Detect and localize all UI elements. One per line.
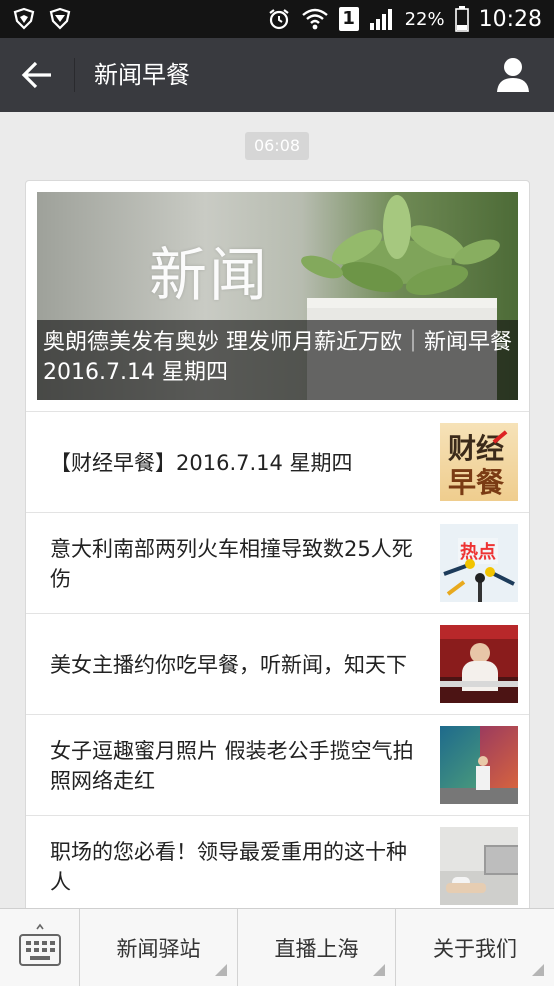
hero-caption: 奥朗德美发有奥妙 理发师月薪近万欧｜新闻早餐 2016.7.14 星期四 — [37, 320, 518, 400]
menu-label: 关于我们 — [433, 936, 517, 961]
article-thumbnail — [440, 625, 518, 703]
shield-icon — [49, 7, 71, 30]
news-card: 新闻 奥朗德美发有奥妙 理发师月薪近万欧｜新闻早餐 2016.7.14 星期四 … — [25, 180, 530, 942]
wifi-icon — [301, 8, 328, 30]
bottom-menu: 新闻驿站 直播上海 关于我们 — [0, 908, 554, 986]
menu-news-station[interactable]: 新闻驿站 — [80, 909, 238, 986]
shield-icon — [13, 7, 35, 30]
article-thumbnail: 热点 — [440, 524, 518, 602]
list-item[interactable]: 女子逗趣蜜月照片 假装老公手揽空气拍照网络走红 — [26, 714, 529, 816]
article-thumbnail: 财经 早餐 — [440, 423, 518, 501]
list-item[interactable]: 意大利南部两列火车相撞导致数25人死伤 热点 — [26, 512, 529, 614]
status-clock: 10:28 — [478, 6, 542, 32]
submenu-indicator-icon — [373, 964, 385, 976]
menu-live-shanghai[interactable]: 直播上海 — [238, 909, 396, 986]
menu-label: 直播上海 — [274, 936, 359, 961]
battery-icon — [454, 6, 469, 32]
arrow-left-icon[interactable] — [20, 60, 54, 90]
list-item[interactable]: 【财经早餐】2016.7.14 星期四 财经 早餐 — [26, 411, 529, 513]
submenu-indicator-icon — [532, 964, 544, 976]
article-thumbnail — [440, 726, 518, 804]
nav-bar: 新闻早餐 — [0, 38, 554, 112]
signal-icon — [369, 9, 392, 30]
thumbnail-text: 早餐 — [448, 466, 505, 499]
keyboard-icon — [19, 923, 61, 966]
page-title: 新闻早餐 — [94, 61, 190, 89]
hero-image-text: 新闻 — [149, 241, 270, 309]
battery-percent: 22% — [404, 8, 445, 30]
hero-article[interactable]: 新闻 奥朗德美发有奥妙 理发师月薪近万欧｜新闻早餐 2016.7.14 星期四 — [37, 192, 518, 400]
nav-divider — [74, 58, 75, 92]
article-title: 美女主播约你吃早餐，听新闻，知天下 — [50, 652, 407, 677]
list-item[interactable]: 职场的您必看！领导最爱重用的这十种人 — [26, 815, 529, 917]
sim-icon: 1 — [338, 7, 359, 31]
alarm-icon — [268, 9, 289, 30]
article-title: 意大利南部两列火车相撞导致数25人死伤 — [50, 536, 413, 591]
user-icon[interactable] — [496, 56, 530, 94]
submenu-indicator-icon — [215, 964, 227, 976]
article-title: 职场的您必看！领导最爱重用的这十种人 — [50, 839, 407, 894]
menu-about-us[interactable]: 关于我们 — [396, 909, 554, 986]
menu-label: 新闻驿站 — [116, 936, 201, 961]
article-thumbnail — [440, 827, 518, 905]
status-bar: 1 22% 10:28 — [0, 0, 554, 38]
message-timestamp: 06:08 — [245, 132, 309, 160]
keyboard-toggle-button[interactable] — [0, 909, 80, 986]
article-title: 女子逗趣蜜月照片 假装老公手揽空气拍照网络走红 — [50, 738, 414, 793]
list-item[interactable]: 美女主播约你吃早餐，听新闻，知天下 — [26, 613, 529, 715]
article-title: 【财经早餐】2016.7.14 星期四 — [50, 450, 353, 475]
